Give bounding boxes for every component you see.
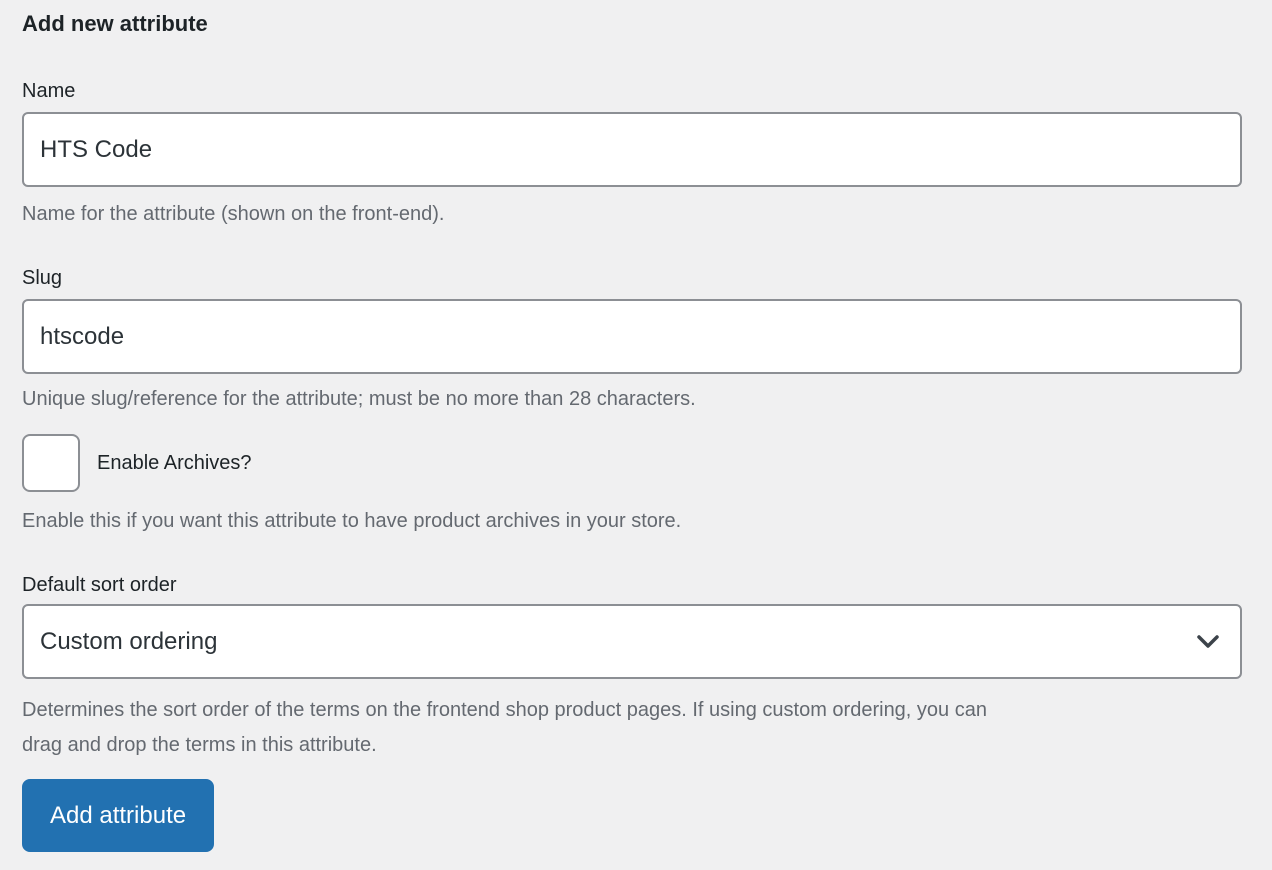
field-default-sort-order: Default sort order Custom ordering Deter… [22,572,1242,763]
sort-order-select-wrap: Custom ordering [22,604,1242,679]
slug-input[interactable] [22,299,1242,374]
enable-archives-description: Enable this if you want this attribute t… [22,510,682,532]
form-title: Add new attribute [22,11,208,36]
sort-order-description-line2: drag and drop the terms in this attribut… [22,734,377,756]
slug-label: Slug [22,267,63,289]
slug-description: Unique slug/reference for the attribute;… [22,388,696,410]
name-label: Name [22,80,76,102]
add-attribute-button[interactable]: Add attribute [22,779,215,852]
sort-order-select[interactable]: Custom ordering [22,604,1242,679]
name-input[interactable] [22,112,1242,187]
submit-row: Add attribute [22,779,1242,852]
field-slug: Slug Unique slug/reference for the attri… [22,265,1242,412]
sort-order-description: Determines the sort order of the terms o… [22,693,1242,763]
enable-archives-label[interactable]: Enable Archives? [97,452,252,475]
field-name: Name Name for the attribute (shown on th… [22,78,1242,227]
enable-archives-checkbox[interactable] [22,434,80,492]
add-new-attribute-form: Add new attribute Name Name for the attr… [0,0,1272,852]
sort-order-label: Default sort order [22,574,177,596]
enable-archives-row: Enable Archives? [22,434,1242,492]
field-enable-archives: Enable Archives? Enable this if you want… [22,434,1242,534]
sort-order-description-line1: Determines the sort order of the terms o… [22,699,987,721]
name-description: Name for the attribute (shown on the fro… [22,203,445,225]
